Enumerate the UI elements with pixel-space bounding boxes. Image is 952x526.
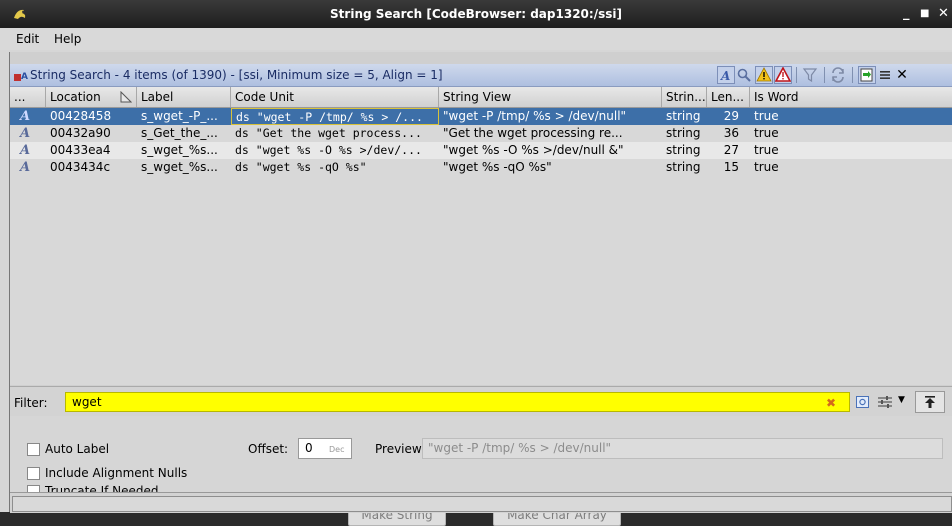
cell-type: string	[666, 126, 701, 140]
string-search-window: String Search [CodeBrowser: dap1320:/ssi…	[0, 0, 952, 526]
svg-text:A: A	[21, 72, 28, 82]
chevron-down-icon[interactable]: ▼	[898, 395, 905, 405]
cell-label: s_wget_%s...	[141, 143, 218, 157]
string-search-provider: A String Search - 4 items (of 1390) - [s…	[9, 52, 952, 526]
column-header-label-col[interactable]: Label	[137, 87, 231, 107]
status-bar	[10, 492, 952, 513]
toolbar-separator	[852, 67, 853, 83]
string-view-icon[interactable]: A	[717, 66, 735, 84]
filter-options-icon[interactable]	[855, 394, 871, 413]
title-bar: String Search [CodeBrowser: dap1320:/ssi…	[0, 0, 952, 28]
cell-location: 00433ea4	[50, 143, 111, 157]
cell-string-view: "wget -P /tmp/ %s > /dev/null"	[443, 109, 627, 123]
table-row[interactable]: A 00433ea4 s_wget_%s... ds "wget %s -O %…	[10, 142, 952, 159]
toolbar-separator	[796, 67, 797, 83]
offset-unit: Dec	[329, 445, 345, 454]
preview-field: "wget -P /tmp/ %s > /dev/null"	[422, 438, 943, 459]
auto-label-checkbox[interactable]	[27, 443, 40, 456]
provider-title: String Search - 4 items (of 1390) - [ssi…	[30, 68, 443, 82]
table-row[interactable]: A 0043434c s_wget_%s... ds "wget %s -qO …	[10, 159, 952, 176]
column-header-length[interactable]: Len...	[707, 87, 750, 107]
preview-label: Preview:	[375, 442, 426, 456]
offset-value: 0	[305, 441, 313, 455]
close-provider-icon[interactable]: ✕	[894, 67, 910, 83]
column-header-is-word[interactable]: Is Word	[750, 87, 952, 107]
cell-label: s_Get_the_...	[141, 126, 218, 140]
menu-edit[interactable]: Edit	[16, 32, 39, 46]
column-header-extra[interactable]: ...	[10, 87, 46, 107]
auto-label-text: Auto Label	[45, 442, 110, 456]
close-button[interactable]: ✕	[938, 6, 949, 21]
cell-string-view: "wget %s -O %s >/dev/null &"	[443, 143, 624, 157]
cell-code-unit: ds "wget %s -O %s >/dev/...	[235, 143, 422, 157]
toolbar-separator	[824, 67, 825, 83]
filter-settings-icon[interactable]	[876, 394, 894, 413]
arrow-up-icon	[925, 396, 935, 408]
string-icon: A	[20, 143, 31, 158]
include-nulls-checkbox[interactable]	[27, 467, 40, 480]
cell-string-view: "Get the wget processing re...	[443, 126, 623, 140]
sort-ascending-icon	[120, 91, 132, 103]
cell-is-word: true	[754, 126, 779, 140]
search-icon[interactable]	[736, 67, 752, 83]
refresh-icon[interactable]	[830, 67, 846, 83]
cell-type: string	[666, 109, 701, 123]
string-icon: A	[20, 109, 31, 124]
cell-location: 00432a90	[50, 126, 111, 140]
column-header-code-unit[interactable]: Code Unit	[231, 87, 439, 107]
filter-label: Filter:	[14, 396, 48, 410]
menu-lines-icon[interactable]	[877, 67, 893, 83]
include-nulls-text: Include Alignment Nulls	[45, 466, 188, 480]
filter-input[interactable]: wget	[65, 392, 850, 412]
cell-string-view: "wget %s -qO %s"	[443, 160, 552, 174]
maximize-button[interactable]: ■	[920, 8, 929, 19]
cell-is-word: true	[754, 109, 779, 123]
menu-help[interactable]: Help	[54, 32, 81, 46]
cell-location: 0043434c	[50, 160, 111, 174]
table-row[interactable]: A 00428458 s_wget_-P_... ds "wget -P /tm…	[10, 108, 952, 125]
string-search-icon: A	[14, 72, 28, 82]
menu-bar: Edit Help	[0, 28, 952, 50]
column-header-string-type[interactable]: Strin...	[662, 87, 707, 107]
column-header-string-view[interactable]: String View	[439, 87, 662, 107]
offset-label: Offset:	[248, 442, 289, 456]
cell-length: 27	[723, 143, 739, 157]
move-to-top-button[interactable]	[915, 391, 945, 413]
window-title: String Search [CodeBrowser: dap1320:/ssi…	[330, 7, 622, 21]
cell-code-unit: ds "wget -P /tmp/ %s > /...	[231, 108, 439, 125]
cell-length: 29	[723, 109, 739, 123]
warning-icon[interactable]	[755, 66, 773, 84]
strings-table: ... Location Label Code Unit String View…	[10, 87, 952, 385]
cell-length: 36	[723, 126, 739, 140]
provider-header: A String Search - 4 items (of 1390) - [s…	[10, 64, 952, 87]
clear-filter-icon[interactable]: ✖	[826, 396, 836, 410]
cell-type: string	[666, 160, 701, 174]
table-row[interactable]: A 00432a90 s_Get_the_... ds "Get the wge…	[10, 125, 952, 142]
cell-is-word: true	[754, 143, 779, 157]
cell-label: s_wget_%s...	[141, 160, 218, 174]
cell-length: 15	[723, 160, 739, 174]
cell-code-unit: ds "wget %s -qO %s"	[235, 160, 367, 174]
offset-input[interactable]: 0 Dec	[298, 438, 352, 459]
svg-text:A: A	[720, 69, 730, 83]
cell-location: 00428458	[50, 109, 112, 123]
filter-funnel-icon[interactable]	[802, 67, 818, 83]
minimize-button[interactable]: _	[903, 6, 910, 21]
cell-code-unit: ds "Get the wget process...	[235, 126, 422, 140]
table-header: ... Location Label Code Unit String View…	[10, 87, 952, 108]
column-header-label: Location	[50, 90, 101, 104]
error-icon[interactable]	[774, 66, 792, 84]
select-location-icon[interactable]	[858, 66, 876, 84]
column-header-location[interactable]: Location	[46, 87, 137, 107]
cell-label: s_wget_-P_...	[141, 109, 218, 123]
string-icon: A	[20, 160, 31, 175]
cell-is-word: true	[754, 160, 779, 174]
cell-type: string	[666, 143, 701, 157]
filter-bar: Filter: wget ✖ ▼	[10, 386, 952, 417]
status-field	[12, 496, 952, 512]
string-icon: A	[20, 126, 31, 141]
